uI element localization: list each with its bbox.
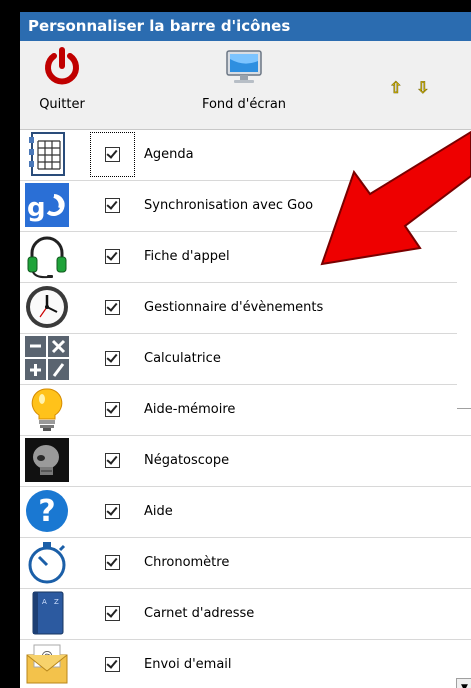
move-up-icon[interactable]: ⇧	[389, 78, 403, 98]
sync-checkbox[interactable]	[105, 198, 120, 213]
title-bar: Personnaliser la barre d'icônes	[20, 12, 471, 41]
window-title: Personnaliser la barre d'icônes	[28, 17, 291, 35]
address-book-checkbox[interactable]	[105, 606, 120, 621]
email-checkbox[interactable]	[105, 657, 120, 672]
icon-list: Agenda g Synchronisation avec Goo Fiche …	[20, 130, 471, 688]
clock-icon	[26, 286, 68, 328]
svg-text:A: A	[42, 598, 47, 606]
svg-text:Z: Z	[54, 598, 59, 606]
stopwatch-checkbox[interactable]	[105, 555, 120, 570]
item-label: Calculatrice	[144, 351, 221, 366]
list-item[interactable]: @ Envoi d'email	[20, 640, 471, 688]
list-item[interactable]: Gestionnaire d'évènements	[20, 283, 471, 334]
right-panel	[457, 130, 471, 409]
email-icon: @	[26, 644, 68, 684]
events-checkbox[interactable]	[105, 300, 120, 315]
item-label: Envoi d'email	[144, 657, 232, 672]
wallpaper-button[interactable]: Fond d'écran	[194, 47, 294, 112]
sync-google-icon: g	[25, 183, 69, 227]
list-item[interactable]: Calculatrice	[20, 334, 471, 385]
list-item[interactable]: ? Aide	[20, 487, 471, 538]
svg-text:?: ?	[38, 494, 55, 529]
item-label: Carnet d'adresse	[144, 606, 255, 621]
agenda-checkbox[interactable]	[90, 132, 135, 177]
list-item[interactable]: Fiche d'appel	[20, 232, 471, 283]
toolbar: Quitter Fond d'écran ⇧ ⇩	[20, 41, 471, 130]
item-label: Synchronisation avec Goo	[144, 198, 314, 213]
customize-toolbar-window: Personnaliser la barre d'icônes Quitter …	[20, 12, 471, 688]
item-label: Négatoscope	[144, 453, 230, 468]
calculator-checkbox[interactable]	[105, 351, 120, 366]
stopwatch-icon	[28, 542, 66, 584]
item-label: Chronomètre	[144, 555, 230, 570]
calculator-icon	[25, 336, 69, 380]
call-sheet-checkbox[interactable]	[105, 249, 120, 264]
help-checkbox[interactable]	[105, 504, 120, 519]
svg-text:g: g	[27, 193, 46, 223]
list-item[interactable]: Négatoscope	[20, 436, 471, 487]
xray-checkbox[interactable]	[105, 453, 120, 468]
address-book-icon: A Z	[32, 591, 64, 635]
list-item[interactable]: Chronomètre	[20, 538, 471, 589]
item-label: Aide-mémoire	[144, 402, 236, 417]
xray-skull-icon	[25, 438, 69, 482]
lightbulb-icon	[31, 388, 63, 431]
list-item[interactable]: A Z Carnet d'adresse	[20, 589, 471, 640]
reorder-arrows: ⇧ ⇩	[389, 78, 437, 98]
list-item[interactable]: Agenda	[20, 130, 471, 181]
help-icon: ?	[26, 490, 68, 532]
scroll-down-button[interactable]: ▼	[456, 678, 471, 688]
reminder-checkbox[interactable]	[105, 402, 120, 417]
wallpaper-label: Fond d'écran	[201, 97, 287, 112]
item-label: Aide	[144, 504, 173, 519]
list-item[interactable]: Aide-mémoire	[20, 385, 471, 436]
item-label: Fiche d'appel	[144, 249, 230, 264]
power-icon	[45, 47, 79, 85]
move-down-icon[interactable]: ⇩	[416, 78, 430, 98]
monitor-icon	[226, 50, 262, 83]
list-item[interactable]: g Synchronisation avec Goo	[20, 181, 471, 232]
quit-button[interactable]: Quitter	[30, 47, 94, 112]
item-label: Agenda	[144, 147, 194, 162]
agenda-icon	[29, 132, 65, 176]
headset-icon	[27, 236, 67, 279]
quit-label: Quitter	[39, 97, 85, 112]
item-label: Gestionnaire d'évènements	[144, 300, 324, 315]
